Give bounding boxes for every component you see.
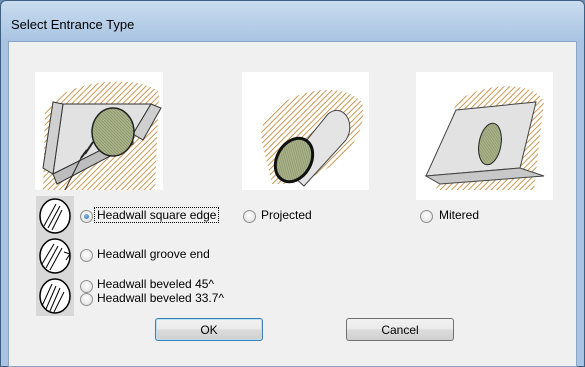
- headwall-square-edge-image: [35, 72, 163, 190]
- headwall-beveled-33-7-label[interactable]: Headwall beveled 33.7^: [97, 291, 224, 305]
- projected-radio[interactable]: [243, 210, 256, 223]
- headwall-square-edge-label[interactable]: Headwall square edge: [93, 207, 220, 223]
- mitered-radio[interactable]: [420, 210, 433, 223]
- dialog-title: Select Entrance Type: [11, 17, 135, 32]
- dialog-body: Headwall square edge Projected Mitered H…: [8, 41, 577, 367]
- projected-image: [242, 72, 369, 190]
- headwall-beveled-33-7-radio[interactable]: [80, 293, 93, 306]
- mitered-image: [416, 72, 553, 200]
- headwall-square-edge-radio[interactable]: [80, 210, 93, 223]
- cancel-button[interactable]: Cancel: [346, 318, 454, 341]
- headwall-groove-end-thumbnail: [36, 236, 74, 276]
- mitered-label[interactable]: Mitered: [439, 208, 479, 222]
- ok-button[interactable]: OK: [155, 318, 263, 341]
- title-bar[interactable]: Select Entrance Type: [1, 1, 584, 41]
- headwall-beveled-45-radio[interactable]: [80, 280, 93, 293]
- headwall-groove-end-radio[interactable]: [80, 249, 93, 262]
- dialog-window: Select Entrance Type Headwall square edg…: [0, 0, 585, 367]
- projected-label[interactable]: Projected: [261, 208, 312, 222]
- headwall-beveled-45-label[interactable]: Headwall beveled 45^: [97, 277, 214, 291]
- headwall-beveled-thumbnail: [36, 276, 74, 316]
- headwall-groove-end-label[interactable]: Headwall groove end: [97, 247, 210, 261]
- headwall-square-edge-thumbnail: [36, 196, 74, 236]
